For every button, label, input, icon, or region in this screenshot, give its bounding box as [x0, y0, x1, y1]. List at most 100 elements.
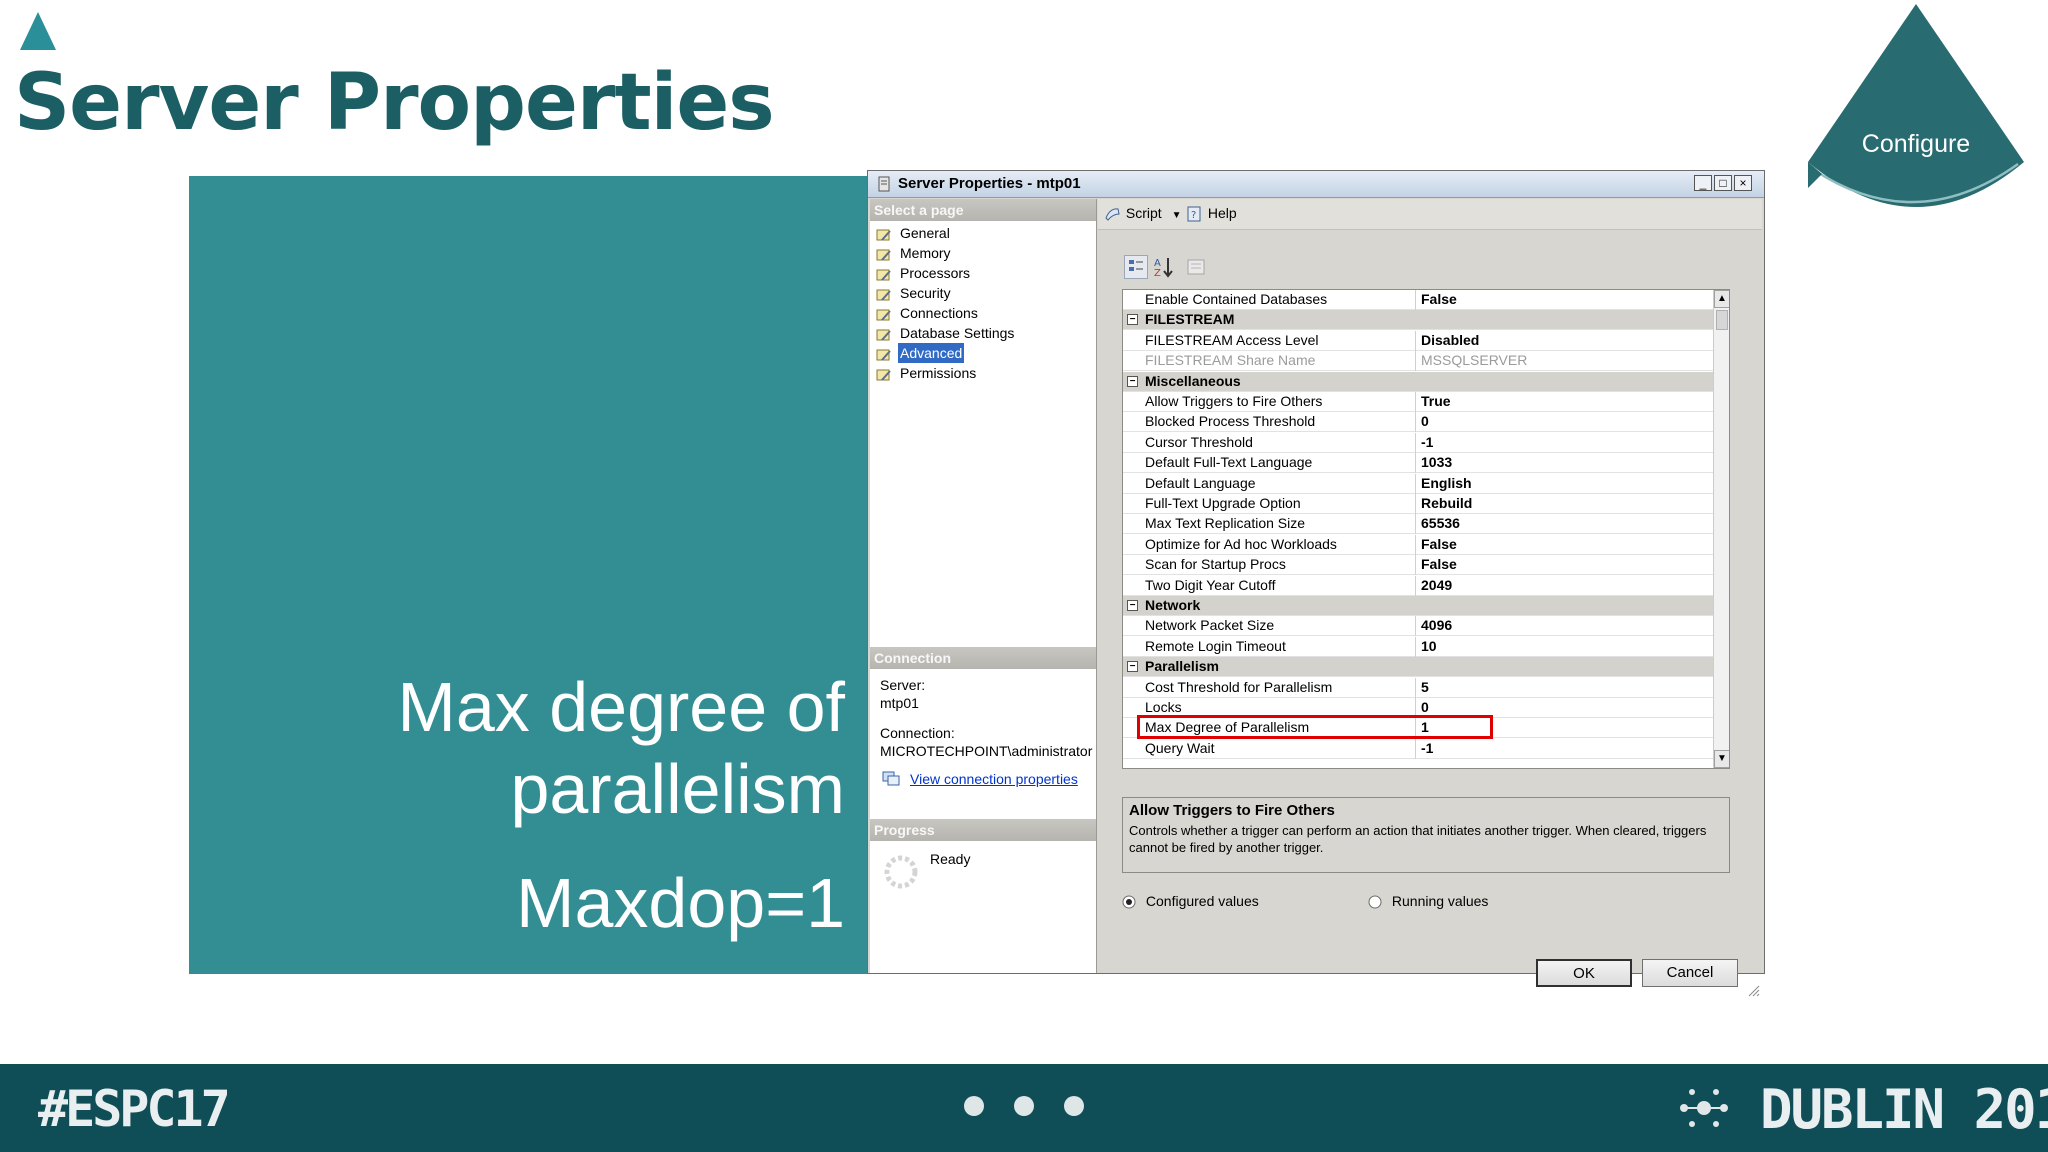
- configure-label: Configure: [1862, 130, 1970, 158]
- radio-unchecked-icon: [1368, 895, 1382, 909]
- nav-dot-2[interactable]: [1014, 1096, 1034, 1116]
- page-item-database-settings[interactable]: Database Settings: [876, 323, 1016, 343]
- property-pages-button[interactable]: [1184, 255, 1208, 279]
- grid-property-row[interactable]: Full-Text Upgrade Option Rebuild: [1123, 494, 1713, 514]
- property-value[interactable]: Disabled: [1421, 331, 1479, 350]
- property-value[interactable]: MSSQLSERVER: [1421, 351, 1527, 370]
- grid-property-row[interactable]: Allow Triggers to Fire Others True: [1123, 392, 1713, 412]
- alphabetical-view-button[interactable]: AZ: [1152, 255, 1176, 279]
- grid-category-row[interactable]: − Network: [1123, 596, 1713, 616]
- grid-property-row[interactable]: Optimize for Ad hoc Workloads False: [1123, 534, 1713, 555]
- property-value[interactable]: 5: [1421, 678, 1429, 697]
- scroll-thumb[interactable]: [1716, 310, 1728, 330]
- property-value[interactable]: False: [1421, 535, 1457, 554]
- property-name: Two Digit Year Cutoff: [1145, 576, 1276, 593]
- nav-dot-3[interactable]: [1064, 1096, 1084, 1116]
- panel-heading-line1: Max degree of: [397, 668, 845, 746]
- collapse-minus-icon[interactable]: −: [1127, 375, 1138, 387]
- maximize-button[interactable]: □: [1714, 175, 1732, 191]
- grid-property-row[interactable]: Network Packet Size 4096: [1123, 616, 1713, 637]
- grid-property-row[interactable]: Cost Threshold for Parallelism 5: [1123, 677, 1713, 698]
- collapse-minus-icon[interactable]: −: [1127, 600, 1138, 611]
- page-item-permissions[interactable]: Permissions: [876, 363, 978, 383]
- page-item-general[interactable]: General: [876, 223, 952, 243]
- running-values-radio[interactable]: Running values: [1368, 893, 1488, 909]
- property-value[interactable]: 1033: [1421, 453, 1452, 472]
- ok-button[interactable]: OK: [1536, 959, 1632, 987]
- category-label: Miscellaneous: [1145, 372, 1241, 389]
- property-name: Full-Text Upgrade Option: [1145, 495, 1301, 511]
- grid-property-row[interactable]: Query Wait -1: [1123, 738, 1713, 759]
- property-name: Cost Threshold for Parallelism: [1145, 678, 1333, 695]
- wrench-page-icon: [876, 287, 892, 301]
- categorized-view-button[interactable]: [1124, 255, 1148, 279]
- page-item-security[interactable]: Security: [876, 283, 953, 303]
- sort-az-icon: AZ: [1154, 258, 1173, 279]
- category-label: Network: [1145, 597, 1201, 613]
- property-value[interactable]: -1: [1421, 739, 1433, 758]
- grid-property-row[interactable]: FILESTREAM Share Name MSSQLSERVER: [1123, 351, 1713, 372]
- property-name: Blocked Process Threshold: [1145, 413, 1316, 430]
- cancel-button[interactable]: Cancel: [1642, 959, 1738, 987]
- property-value[interactable]: 65536: [1421, 514, 1460, 533]
- grid-property-row[interactable]: FILESTREAM Access Level Disabled: [1123, 330, 1713, 351]
- grid-property-row[interactable]: Max Text Replication Size 65536: [1123, 514, 1713, 535]
- category-label: FILESTREAM: [1145, 311, 1235, 328]
- property-value[interactable]: 10: [1421, 637, 1437, 656]
- minimize-button[interactable]: _: [1694, 175, 1712, 191]
- grid-category-row[interactable]: − Parallelism: [1123, 657, 1713, 678]
- property-value[interactable]: False: [1421, 555, 1457, 574]
- grid-property-row[interactable]: Remote Login Timeout 10: [1123, 636, 1713, 657]
- slide-title: Server Properties: [14, 58, 775, 148]
- property-value[interactable]: 4096: [1421, 616, 1452, 635]
- property-name: Enable Contained Databases: [1145, 291, 1328, 307]
- collapse-minus-icon[interactable]: −: [1127, 314, 1138, 326]
- grid-column-divider: [1415, 555, 1416, 576]
- scroll-up-arrow-icon[interactable]: ▲: [1714, 290, 1729, 308]
- server-value: mtp01: [880, 695, 919, 711]
- grid-property-row[interactable]: Two Digit Year Cutoff 2049: [1123, 575, 1713, 596]
- help-icon: ?: [1187, 206, 1201, 222]
- property-value[interactable]: False: [1421, 290, 1457, 309]
- nav-dot-1[interactable]: [964, 1096, 984, 1116]
- grid-property-row[interactable]: Enable Contained Databases False: [1123, 290, 1713, 310]
- property-name: Max Text Replication Size: [1145, 515, 1306, 532]
- resize-grip-icon[interactable]: [1746, 983, 1760, 997]
- dialog-titlebar[interactable]: Server Properties - mtp01 _ □ ×: [868, 171, 1764, 198]
- grid-property-row[interactable]: Blocked Process Threshold 0: [1123, 412, 1713, 433]
- wrench-page-icon: [876, 247, 892, 261]
- grid-property-row[interactable]: Default Full-Text Language 1033: [1123, 453, 1713, 474]
- page-item-connections[interactable]: Connections: [876, 303, 980, 323]
- grid-category-row[interactable]: − FILESTREAM: [1123, 310, 1713, 331]
- property-value[interactable]: 0: [1421, 412, 1429, 431]
- help-button[interactable]: ? Help: [1186, 205, 1237, 222]
- view-connection-properties-link[interactable]: View connection properties: [910, 771, 1078, 787]
- grid-property-row[interactable]: Default Language English: [1123, 473, 1713, 494]
- grid-property-row[interactable]: Cursor Threshold -1: [1123, 432, 1713, 453]
- grid-property-row[interactable]: Scan for Startup Procs False: [1123, 555, 1713, 576]
- script-button[interactable]: Script ▼: [1104, 205, 1181, 222]
- teal-text-panel: Max degree of parallelism Maxdop=1: [189, 176, 867, 974]
- page-item-advanced[interactable]: Advanced: [876, 343, 965, 363]
- property-value[interactable]: English: [1421, 474, 1472, 493]
- close-button[interactable]: ×: [1734, 175, 1752, 191]
- property-value[interactable]: 0: [1421, 698, 1429, 717]
- grid-property-row[interactable]: Max Degree of Parallelism 1: [1123, 715, 1713, 740]
- property-name: Allow Triggers to Fire Others: [1145, 393, 1323, 409]
- dialog-toolbar: Script ▼ ? Help: [1098, 199, 1762, 230]
- configured-values-radio[interactable]: Configured values: [1122, 893, 1259, 909]
- page-item-processors[interactable]: Processors: [876, 263, 972, 283]
- grid-scrollbar[interactable]: ▲ ▼: [1713, 290, 1729, 768]
- property-value[interactable]: Rebuild: [1421, 494, 1472, 513]
- progress-spinner-icon: [884, 855, 918, 889]
- collapse-minus-icon[interactable]: −: [1127, 661, 1138, 673]
- property-grid: Enable Contained Databases False − FILESTRE…: [1122, 289, 1730, 769]
- property-value[interactable]: True: [1421, 392, 1451, 411]
- scroll-down-arrow-icon[interactable]: ▼: [1714, 750, 1729, 768]
- property-value[interactable]: 2049: [1421, 576, 1452, 595]
- grid-column-divider: [1415, 330, 1416, 351]
- wrench-page-icon: [876, 327, 892, 341]
- grid-category-row[interactable]: − Miscellaneous: [1123, 371, 1713, 392]
- page-item-memory[interactable]: Memory: [876, 243, 953, 263]
- property-value[interactable]: -1: [1421, 433, 1433, 452]
